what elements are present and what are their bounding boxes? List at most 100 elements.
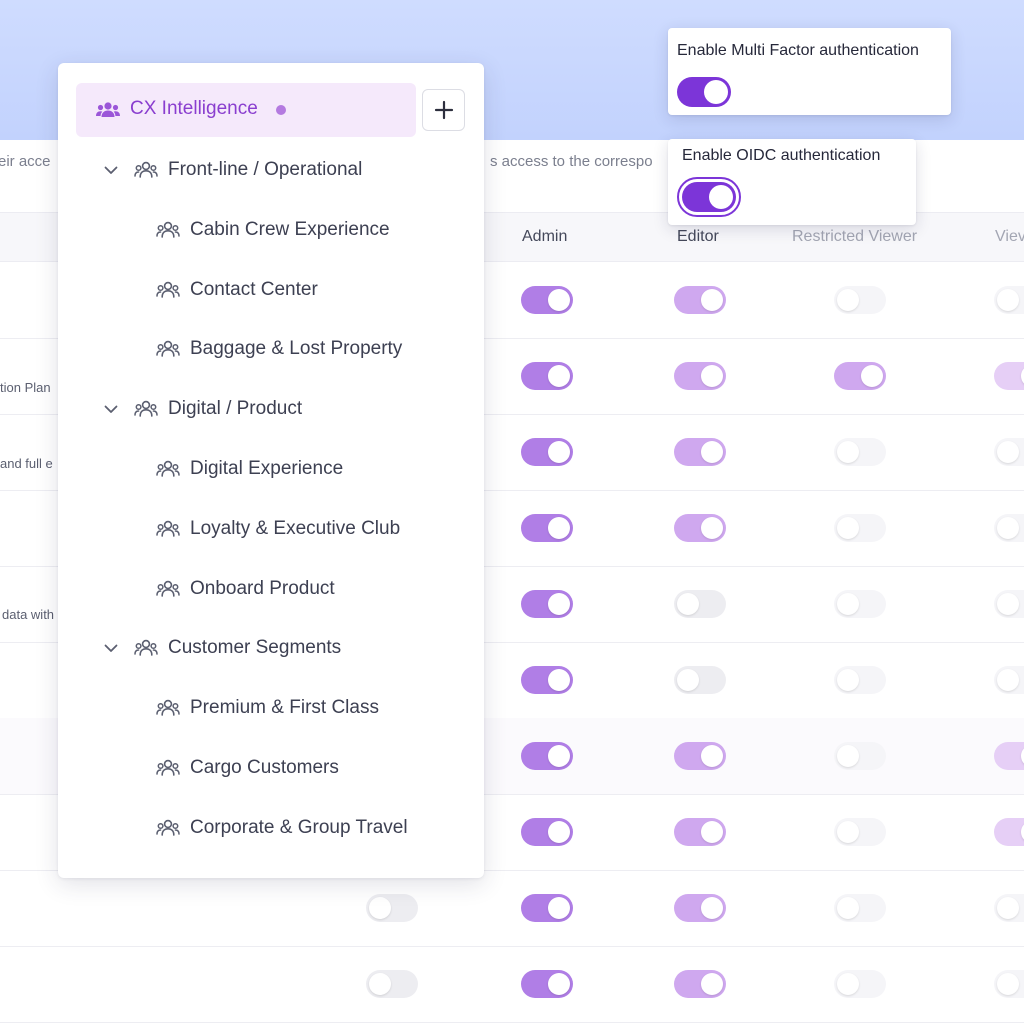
- tree-group-item[interactable]: Customer Segments: [102, 633, 341, 663]
- tree-child-label: Cabin Crew Experience: [190, 219, 390, 240]
- tree-child-item[interactable]: Contact Center: [156, 275, 318, 305]
- chevron-down-icon[interactable]: [102, 161, 120, 179]
- tree-child-label: Premium & First Class: [190, 697, 379, 718]
- row-fragment-text: tion Plan: [0, 380, 51, 395]
- permission-toggle-restricted[interactable]: [834, 742, 886, 770]
- mfa-toggle[interactable]: [677, 77, 731, 107]
- permission-toggle-editor[interactable]: [674, 362, 726, 390]
- permission-toggle-editor[interactable]: [674, 666, 726, 694]
- column-header-admin: Admin: [522, 228, 568, 245]
- permission-toggle-viewer[interactable]: [994, 970, 1024, 998]
- column-header-viewer: Viev: [995, 228, 1024, 245]
- permission-toggle-editor[interactable]: [674, 970, 726, 998]
- users-outline-icon: [134, 400, 158, 417]
- description-text-right: s access to the correspo: [490, 153, 653, 170]
- tree-group-item[interactable]: Digital / Product: [102, 394, 302, 424]
- tree-group-label: Front-line / Operational: [168, 159, 363, 180]
- permission-toggle-admin[interactable]: [521, 894, 573, 922]
- row-divider: [0, 946, 1024, 947]
- permission-toggle-viewer[interactable]: [994, 666, 1024, 694]
- tree-child-label: Loyalty & Executive Club: [190, 518, 401, 539]
- permission-toggle-viewer[interactable]: [994, 438, 1024, 466]
- permission-toggle-admin[interactable]: [521, 286, 573, 314]
- tree-child-item[interactable]: Baggage & Lost Property: [156, 334, 402, 364]
- permission-toggle-restricted[interactable]: [834, 894, 886, 922]
- tree-child-item[interactable]: Premium & First Class: [156, 693, 379, 723]
- column-header-editor: Editor: [677, 228, 719, 245]
- tree-child-label: Digital Experience: [190, 458, 344, 479]
- group-tree-panel: CX Intelligence Front-line / Operational…: [58, 63, 484, 878]
- add-group-button[interactable]: [422, 89, 465, 131]
- permission-toggle-viewer[interactable]: [994, 362, 1024, 390]
- permission-toggle-viewer[interactable]: [994, 590, 1024, 618]
- permission-toggle-restricted[interactable]: [834, 590, 886, 618]
- permission-toggle-viewer[interactable]: [994, 894, 1024, 922]
- column-header-restricted-viewer: Restricted Viewer: [792, 228, 918, 245]
- permission-toggle-editor[interactable]: [674, 590, 726, 618]
- tree-child-item[interactable]: Cabin Crew Experience: [156, 215, 390, 245]
- description-text-left: eir acce: [0, 153, 51, 170]
- tree-root-item[interactable]: CX Intelligence: [76, 83, 416, 137]
- users-outline-icon: [134, 639, 158, 656]
- tree-group-label: Customer Segments: [168, 637, 342, 658]
- permission-toggle-viewer[interactable]: [994, 514, 1024, 542]
- permission-toggle-admin[interactable]: [521, 970, 573, 998]
- permission-toggle-admin[interactable]: [521, 438, 573, 466]
- permission-toggle-restricted[interactable]: [834, 818, 886, 846]
- permission-toggle-restricted[interactable]: [834, 438, 886, 466]
- users-icon: [96, 102, 120, 117]
- chevron-down-icon[interactable]: [102, 639, 120, 657]
- tree-root-label: CX Intelligence: [130, 98, 258, 119]
- permission-toggle-editor[interactable]: [674, 818, 726, 846]
- permission-toggle-admin[interactable]: [521, 362, 573, 390]
- permission-toggle-editor[interactable]: [674, 514, 726, 542]
- permission-toggle-admin[interactable]: [521, 666, 573, 694]
- plus-icon: [434, 100, 453, 120]
- users-outline-icon: [156, 460, 180, 477]
- tree-child-label: Contact Center: [190, 279, 318, 300]
- permission-toggle-editor[interactable]: [674, 742, 726, 770]
- tree-child-item[interactable]: Corporate & Group Travel: [156, 813, 408, 843]
- permission-toggle-restricted[interactable]: [834, 286, 886, 314]
- permission-toggle-admin[interactable]: [521, 742, 573, 770]
- row-divider: [0, 1022, 1024, 1023]
- permission-toggle-admin[interactable]: [521, 514, 573, 542]
- users-outline-icon: [156, 340, 180, 357]
- mfa-popover: Enable Multi Factor authentication: [668, 28, 951, 115]
- permission-toggle-admin[interactable]: [521, 818, 573, 846]
- status-dot: [276, 105, 286, 115]
- tree-child-item[interactable]: Onboard Product: [156, 574, 335, 604]
- row-fragment-text: and full e: [0, 456, 53, 471]
- permission-toggle-editor[interactable]: [674, 438, 726, 466]
- tree-child-item[interactable]: Digital Experience: [156, 454, 343, 484]
- users-outline-icon: [156, 221, 180, 238]
- tree-group-label: Digital / Product: [168, 398, 303, 419]
- users-outline-icon: [156, 580, 180, 597]
- oidc-popover: Enable OIDC authentication: [668, 139, 916, 225]
- permission-toggle-viewer[interactable]: [994, 742, 1024, 770]
- tree-child-label: Baggage & Lost Property: [190, 338, 403, 359]
- permission-toggle-editor[interactable]: [674, 286, 726, 314]
- permission-toggle-restricted[interactable]: [834, 514, 886, 542]
- users-outline-icon: [156, 281, 180, 298]
- mfa-title: Enable Multi Factor authentication: [677, 42, 919, 59]
- permission-toggle-restricted[interactable]: [834, 362, 886, 390]
- oidc-title: Enable OIDC authentication: [682, 147, 881, 164]
- tree-child-item[interactable]: Cargo Customers: [156, 753, 339, 783]
- permission-toggle-extra[interactable]: [366, 894, 418, 922]
- users-outline-icon: [156, 819, 180, 836]
- permission-toggle-extra[interactable]: [366, 970, 418, 998]
- permission-toggle-viewer[interactable]: [994, 286, 1024, 314]
- users-outline-icon: [156, 699, 180, 716]
- permission-toggle-admin[interactable]: [521, 590, 573, 618]
- permission-toggle-editor[interactable]: [674, 894, 726, 922]
- chevron-down-icon[interactable]: [102, 400, 120, 418]
- oidc-toggle[interactable]: [682, 182, 736, 212]
- permission-toggle-viewer[interactable]: [994, 818, 1024, 846]
- tree-child-item[interactable]: Loyalty & Executive Club: [156, 514, 400, 544]
- permission-toggle-restricted[interactable]: [834, 666, 886, 694]
- tree-group-item[interactable]: Front-line / Operational: [102, 155, 362, 185]
- permission-toggle-restricted[interactable]: [834, 970, 886, 998]
- users-outline-icon: [156, 759, 180, 776]
- tree-child-label: Corporate & Group Travel: [190, 817, 408, 838]
